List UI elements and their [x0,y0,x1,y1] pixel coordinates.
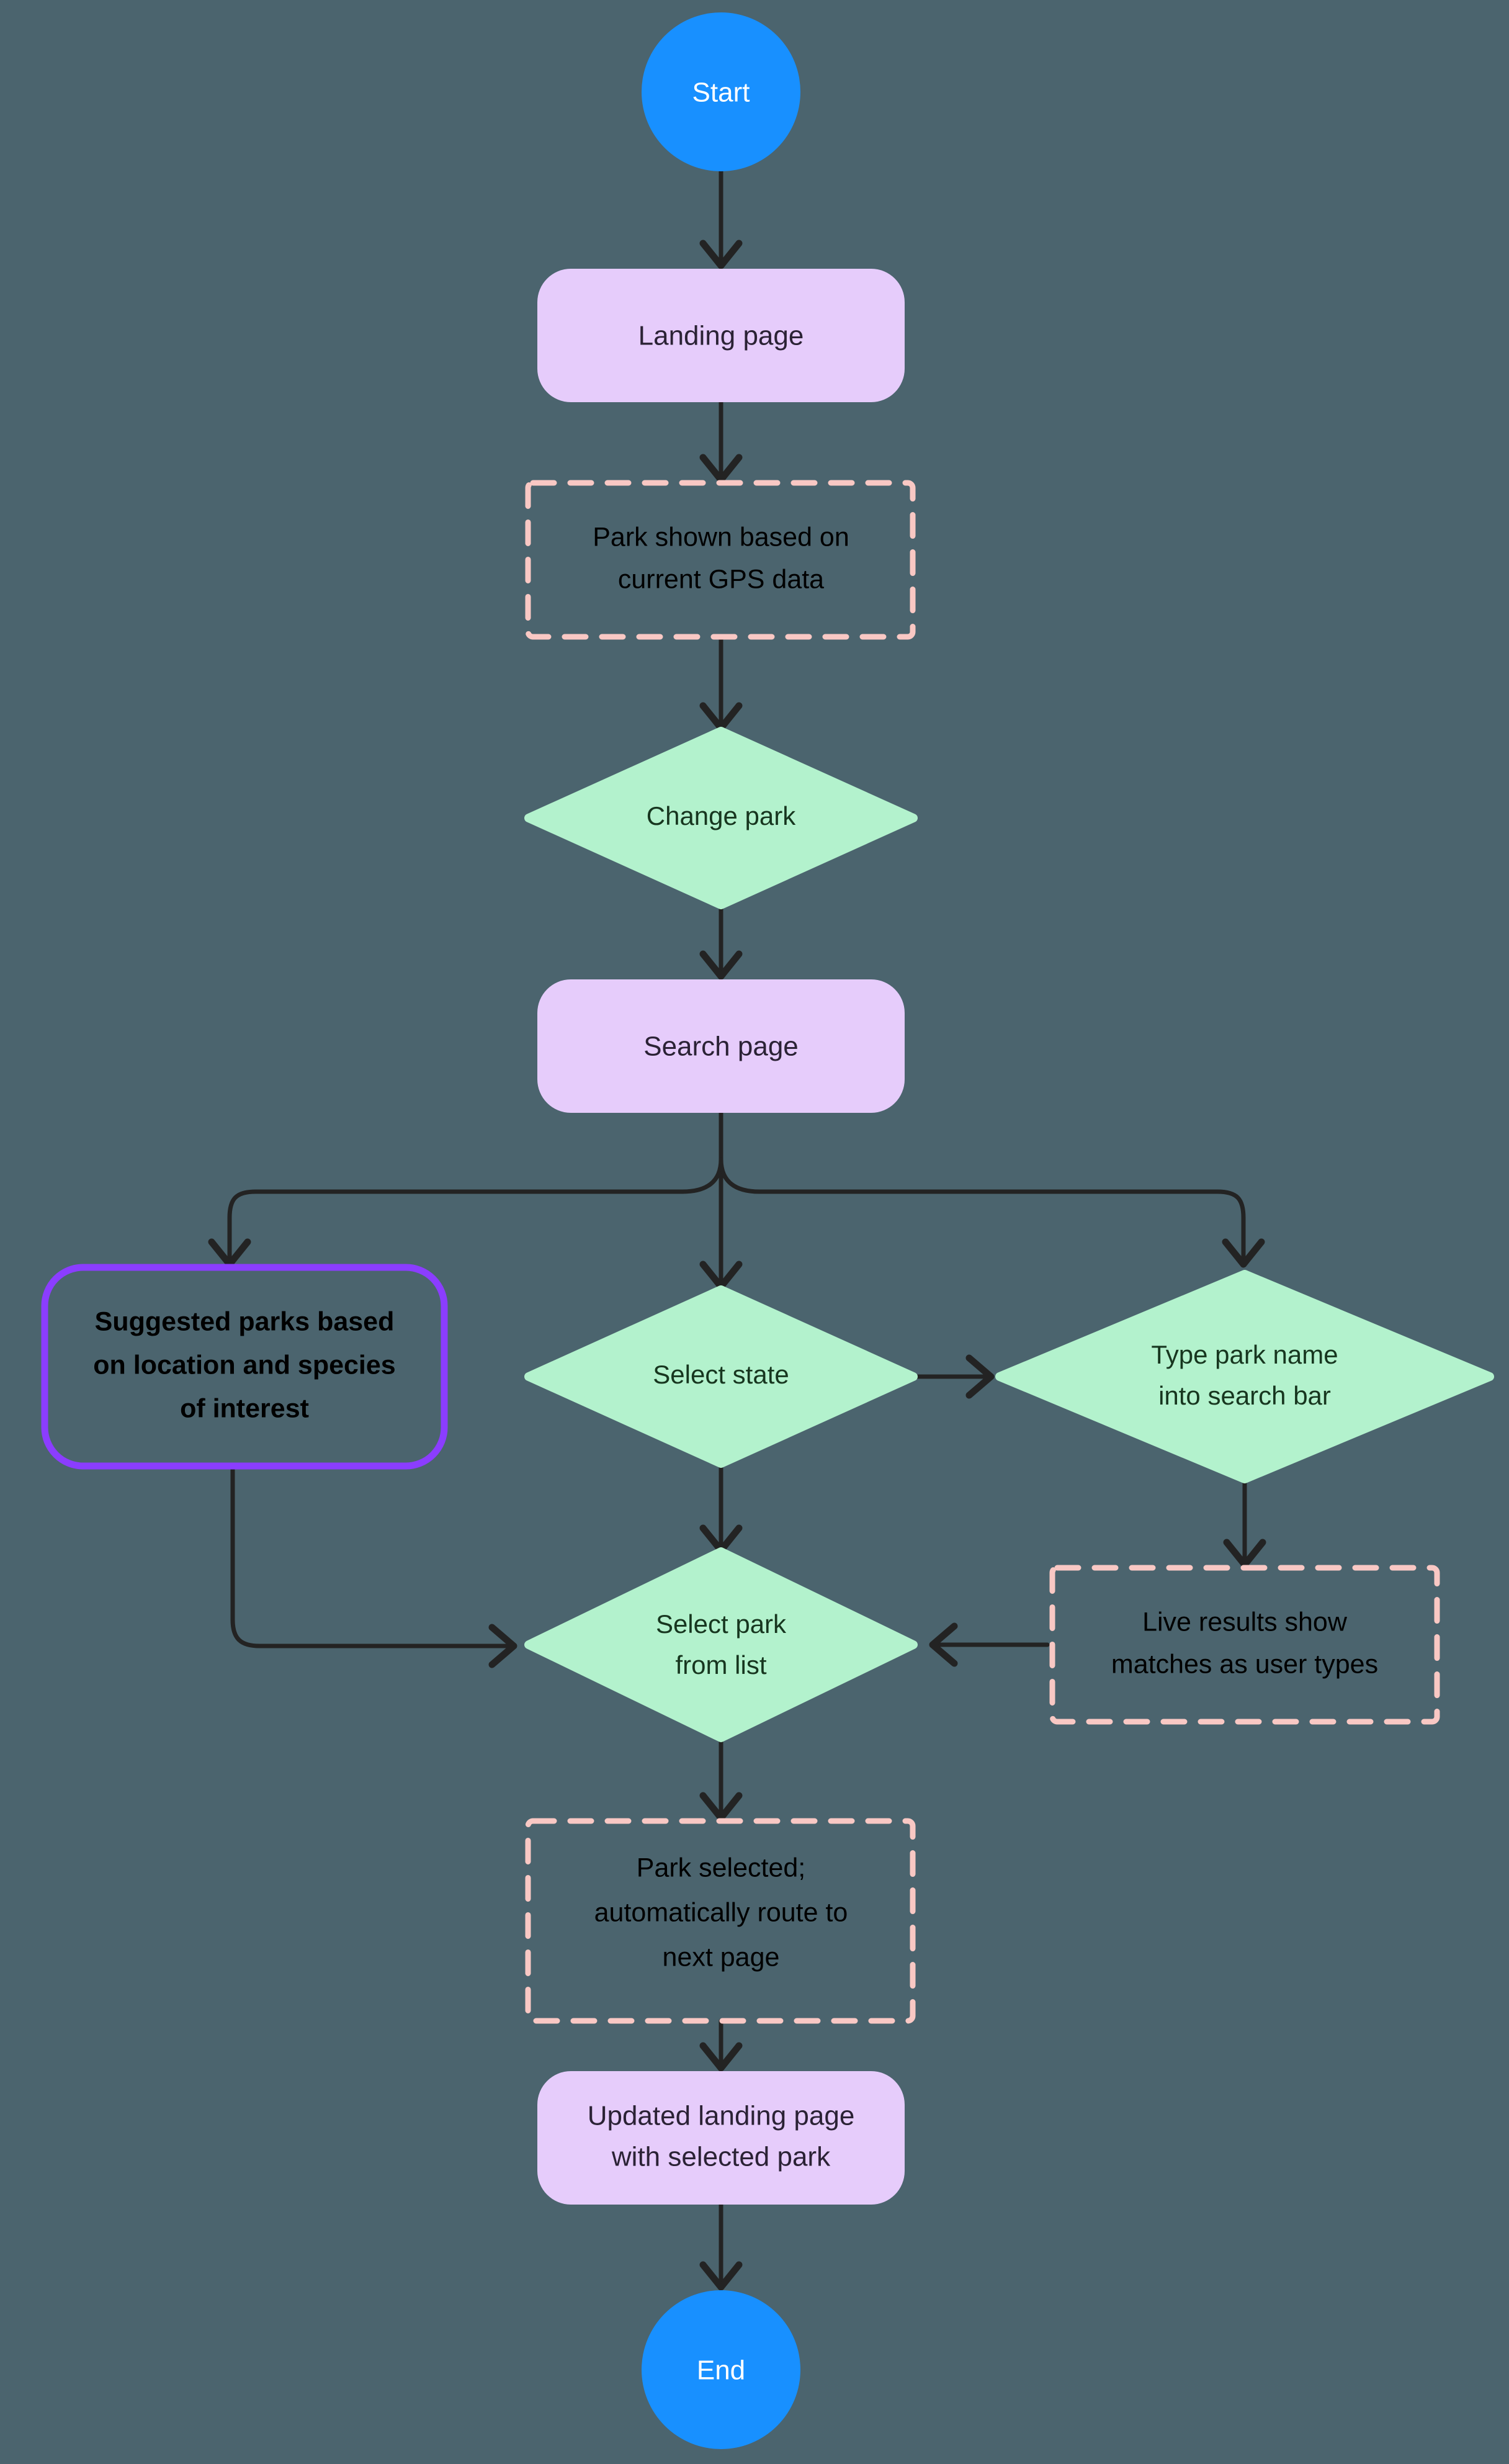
live-results-note-label-line-1: Live results show [1142,1607,1348,1637]
edge-select-park-from-list-to-park-selected-note [699,1735,743,1822]
node-gps-note: Park shown based on current GPS data [525,480,916,640]
edge-park-selected-note-to-updated-landing-page [699,2018,743,2072]
suggested-parks-label-line-3: of interest [180,1393,309,1423]
suggested-parks-label-line-1: Suggested parks based [95,1306,395,1336]
updated-landing-page-label-line-1: Updated landing page [588,2101,855,2131]
node-select-park-from-list[interactable]: Select park from list [524,1547,918,1742]
edge-search-page-to-type-park-name [719,1157,1265,1268]
node-type-park-name[interactable]: Type park name into search bar [995,1270,1494,1483]
edge-select-state-to-type-park-name [913,1354,995,1399]
edge-search-page-to-suggested-parks [208,1157,723,1268]
node-start[interactable]: Start [642,12,800,171]
search-page-label: Search page [643,1032,799,1062]
edge-search-page-to-select-state [699,1110,743,1290]
flowchart-canvas: Start Landing page Park shown based on c… [0,0,1509,2464]
edge-live-results-note-to-select-park-from-list [929,1622,1050,1667]
select-park-from-list-shape [524,1547,918,1742]
node-updated-landing-page[interactable]: Updated landing page with selected park [537,2071,905,2205]
select-state-label: Select state [653,1360,789,1389]
edge-updated-landing-page-to-end [699,2202,743,2291]
start-label: Start [692,78,750,108]
end-label: End [697,2355,745,2386]
node-park-selected-note: Park selected; automatically route to ne… [525,1818,916,2024]
gps-note-shape [525,480,916,640]
node-suggested-parks[interactable]: Suggested parks based on location and sp… [41,1264,448,1470]
updated-landing-page-label-line-2: with selected park [611,2142,831,2172]
node-select-state[interactable]: Select state [524,1285,918,1468]
node-end[interactable]: End [642,2290,800,2449]
type-park-name-shape [995,1270,1494,1483]
park-selected-note-label-line-3: next page [663,1942,780,1972]
gps-note-label-line-2: current GPS data [618,564,824,594]
select-park-from-list-label-line-2: from list [676,1650,767,1679]
suggested-parks-label-line-2: on location and species [93,1350,395,1380]
live-results-note-shape [1049,1565,1440,1725]
node-change-park[interactable]: Change park [524,727,918,909]
edge-change-park-to-search-page [699,902,743,980]
node-landing-page[interactable]: Landing page [537,269,905,402]
park-selected-note-label-line-1: Park selected; [637,1853,805,1882]
live-results-note-label-line-2: matches as user types [1111,1649,1378,1679]
park-selected-note-label-line-2: automatically route to [594,1897,848,1927]
change-park-label: Change park [647,801,796,830]
edge-gps-note-to-change-park [699,634,743,732]
node-live-results-note: Live results show matches as user types [1049,1565,1440,1725]
type-park-name-label-line-2: into search bar [1158,1381,1331,1410]
edge-landing-page-to-gps-note [699,400,743,483]
gps-note-label-line-1: Park shown based on [593,522,849,552]
edge-suggested-parks-to-select-park-from-list [230,1466,517,1668]
select-park-from-list-label-line-1: Select park [656,1609,787,1639]
edge-start-to-landing-page [699,169,743,269]
updated-landing-page-shape [537,2071,905,2205]
flowchart-svg: Start Landing page Park shown based on c… [41,12,1494,2449]
node-search-page[interactable]: Search page [537,979,905,1113]
landing-page-label: Landing page [638,321,804,351]
edge-select-state-to-select-park-from-list [699,1461,743,1554]
edge-type-park-name-to-live-results-note [1223,1477,1266,1568]
type-park-name-label-line-1: Type park name [1151,1340,1338,1369]
